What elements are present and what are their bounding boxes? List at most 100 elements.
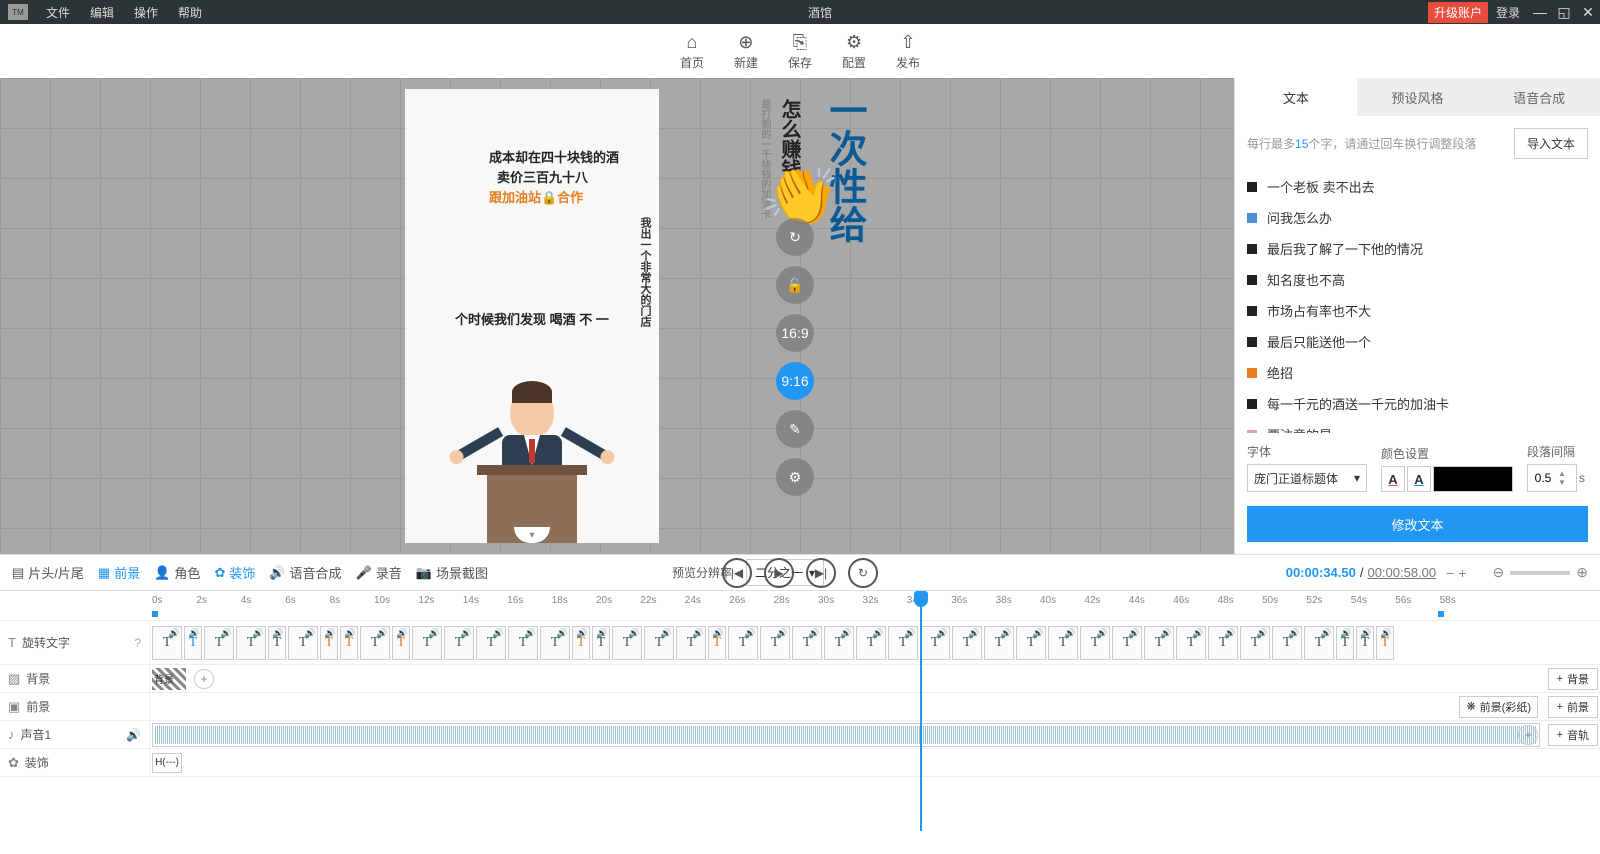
audio-waveform[interactable]	[152, 723, 1540, 747]
ruler-end-marker[interactable]	[1438, 611, 1444, 617]
ratio-16-9-button[interactable]: 16:9	[776, 314, 814, 352]
font-select[interactable]: 庞门正道标题体▾	[1247, 464, 1367, 492]
add-fg-track-button[interactable]: +前景	[1548, 696, 1598, 718]
add-bg-clip-button[interactable]: +	[194, 669, 214, 689]
config-button[interactable]: ⚙配置	[842, 32, 866, 71]
track-body-bg[interactable]: 背景 + +背景	[150, 665, 1600, 692]
tab-voice-synth[interactable]: 语音合成	[1478, 78, 1600, 116]
timeline-clip[interactable]: T🔊	[612, 626, 642, 660]
character[interactable]	[432, 363, 632, 543]
timeline-clip[interactable]: T🔊	[288, 626, 318, 660]
track-header-audio[interactable]: ♪ 声音1 🔊	[0, 721, 150, 748]
add-bg-track-button[interactable]: +背景	[1548, 668, 1598, 690]
speaker-icon[interactable]: 🔊	[126, 728, 141, 742]
timeline-clip[interactable]: T🔊	[952, 626, 982, 660]
playhead[interactable]	[920, 591, 922, 831]
timeline-clip[interactable]: T🔊	[268, 626, 286, 660]
spin-up-icon[interactable]: ▲	[1558, 469, 1566, 478]
track-body-audio[interactable]: + +音轨	[150, 721, 1600, 748]
close-icon[interactable]: ✕	[1576, 4, 1600, 21]
timeline-clip[interactable]: T🔊	[1376, 626, 1394, 660]
timeline-ruler[interactable]: 0s2s4s6s8s10s12s14s16s18s20s22s24s26s28s…	[0, 591, 1600, 621]
timeline-clip[interactable]: T🔊	[320, 626, 338, 660]
track-header-deco[interactable]: ✿ 装饰	[0, 749, 150, 776]
home-button[interactable]: ⌂首页	[680, 32, 704, 71]
settings-tool-button[interactable]: ⚙	[776, 458, 814, 496]
add-audio-clip-button[interactable]: +	[1518, 725, 1538, 745]
timeline-clip[interactable]: T🔊	[508, 626, 538, 660]
track-body-fg[interactable]: ❋前景(彩纸) +前景	[150, 693, 1600, 720]
help-icon[interactable]: ?	[134, 636, 141, 650]
timeline-clip[interactable]: T🔊	[340, 626, 358, 660]
canvas-text-3[interactable]: 跟加油站🔒合作	[489, 187, 583, 206]
loop-button[interactable]: ↻	[848, 558, 878, 588]
timeline-clip[interactable]: T🔊	[676, 626, 706, 660]
timeline-clip[interactable]: T🔊	[728, 626, 758, 660]
maximize-icon[interactable]: ◱	[1552, 4, 1576, 21]
timeline-clip[interactable]: T🔊	[984, 626, 1014, 660]
zoom-out-button[interactable]: ⊖	[1493, 564, 1505, 581]
timeline-clip[interactable]: T🔊	[708, 626, 726, 660]
timeline-clip[interactable]: T🔊	[1336, 626, 1354, 660]
track-header-fg[interactable]: ▣ 前景	[0, 693, 150, 720]
timeline-clip[interactable]: T🔊	[1048, 626, 1078, 660]
menu-help[interactable]: 帮助	[168, 4, 212, 21]
timeline-clip[interactable]: T🔊	[824, 626, 854, 660]
ruler-start-marker[interactable]	[152, 611, 158, 617]
text-color-button-2[interactable]: A	[1407, 466, 1431, 492]
spin-down-icon[interactable]: ▼	[1558, 478, 1566, 487]
timeline-clip[interactable]: T🔊	[888, 626, 918, 660]
timeline-clip[interactable]: T🔊	[1080, 626, 1110, 660]
timeline-clip[interactable]: T🔊	[760, 626, 790, 660]
bg-clip[interactable]: 背景	[152, 668, 186, 690]
tab-text[interactable]: 文本	[1235, 78, 1357, 116]
time-minus-button[interactable]: −	[1446, 565, 1454, 581]
ratio-9-16-button[interactable]: 9:16	[776, 362, 814, 400]
modify-text-button[interactable]: 修改文本	[1247, 506, 1588, 542]
timeline-clip[interactable]: T🔊	[572, 626, 590, 660]
save-button[interactable]: ⎘保存	[788, 32, 812, 71]
control-item[interactable]: ▦前景	[98, 563, 140, 582]
deco-clip[interactable]: H(---)	[152, 753, 182, 773]
text-list[interactable]: 一个老板 卖不出去问我怎么办最后我了解了一下他的情况知名度也不高市场占有率也不大…	[1235, 171, 1600, 433]
text-list-item[interactable]: 市场占有率也不大	[1247, 295, 1588, 326]
play-button[interactable]: ▶	[764, 558, 794, 588]
menu-action[interactable]: 操作	[124, 4, 168, 21]
text-list-item[interactable]: 一个老板 卖不出去	[1247, 171, 1588, 202]
track-header-bg[interactable]: ▨ 背景	[0, 665, 150, 692]
timeline-clip[interactable]: T🔊	[1112, 626, 1142, 660]
menu-file[interactable]: 文件	[36, 4, 80, 21]
zoom-slider[interactable]	[1510, 571, 1570, 575]
canvas[interactable]: 成本却在四十块钱的酒 卖价三百九十八 跟加油站🔒合作 一次性给 怎么赚钱呢？ 是…	[405, 89, 659, 543]
control-item[interactable]: 👤角色	[154, 563, 200, 582]
fg-clip[interactable]: ❋前景(彩纸)	[1459, 696, 1538, 718]
timeline-clip[interactable]: T🔊	[1208, 626, 1238, 660]
control-item[interactable]: ✿装饰	[214, 563, 255, 582]
edit-tool-button[interactable]: ✎	[776, 410, 814, 448]
text-list-item[interactable]: 每一千元的酒送一千元的加油卡	[1247, 388, 1588, 419]
login-button[interactable]: 登录	[1496, 4, 1520, 21]
add-audio-track-button[interactable]: +音轨	[1548, 724, 1598, 746]
control-item[interactable]: ▤片头/片尾	[12, 563, 84, 582]
timeline-clip[interactable]: T🔊	[360, 626, 390, 660]
color-preview[interactable]	[1433, 466, 1513, 492]
control-item[interactable]: 🎤录音	[356, 563, 402, 582]
timeline-clip[interactable]: T🔊	[152, 626, 182, 660]
timeline-clip[interactable]: T🔊	[204, 626, 234, 660]
total-time[interactable]: 00:00:58.00	[1367, 565, 1436, 580]
track-body-rotate[interactable]: T🔊T🔊T🔊T🔊T🔊T🔊T🔊T🔊T🔊T🔊T🔊T🔊T🔊T🔊T🔊T🔊T🔊T🔊T🔊T🔊…	[150, 621, 1600, 664]
control-item[interactable]: 📷场景截图	[416, 563, 488, 582]
timeline-clip[interactable]: T🔊	[1304, 626, 1334, 660]
next-button[interactable]: ▶|	[806, 558, 836, 588]
track-body-deco[interactable]: H(---)	[150, 749, 1600, 776]
canvas-text-1[interactable]: 成本却在四十块钱的酒	[489, 147, 619, 166]
text-list-item[interactable]: 绝招	[1247, 357, 1588, 388]
text-list-item[interactable]: 问我怎么办	[1247, 202, 1588, 233]
timeline-clip[interactable]: T🔊	[184, 626, 202, 660]
minimize-icon[interactable]: —	[1528, 4, 1552, 20]
timeline-clip[interactable]: T🔊	[592, 626, 610, 660]
zoom-in-button[interactable]: ⊕	[1576, 564, 1588, 581]
timeline-clip[interactable]: T🔊	[476, 626, 506, 660]
timeline-clip[interactable]: T🔊	[540, 626, 570, 660]
timeline-clip[interactable]: T🔊	[1176, 626, 1206, 660]
